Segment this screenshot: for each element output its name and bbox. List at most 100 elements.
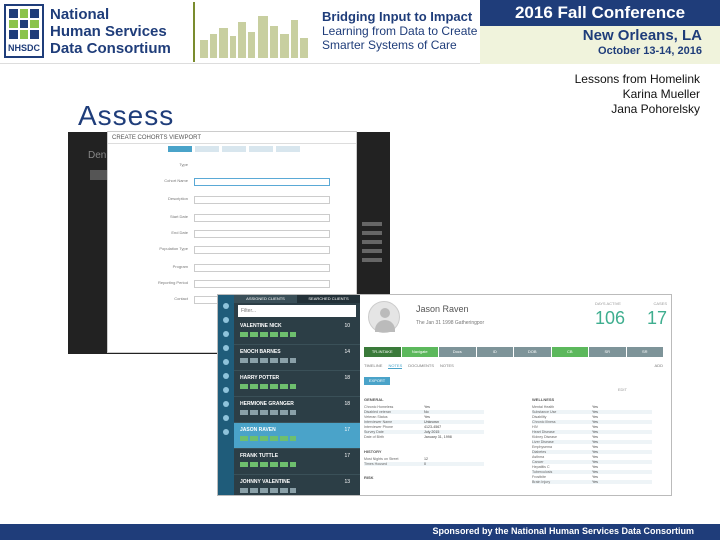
population-type-field[interactable] bbox=[194, 246, 330, 254]
client-list-item[interactable]: HARRY POTTER 18 bbox=[234, 371, 360, 397]
profile-field: Interviewer Phone 4123-4567 bbox=[364, 425, 442, 429]
risk-heading: RISK bbox=[364, 475, 374, 480]
client-filter-input[interactable]: Filter... bbox=[238, 305, 356, 317]
general-heading: GENERAL bbox=[364, 397, 384, 402]
reporting-period-field[interactable] bbox=[194, 280, 330, 288]
conference-location: New Orleans, LA bbox=[582, 27, 702, 44]
client-stats: DAYS ACTIVE CASES 106 17 bbox=[595, 301, 667, 329]
nav-icon[interactable] bbox=[223, 345, 229, 351]
tab-documents[interactable]: DOCUMENTS bbox=[408, 363, 434, 369]
profile-field: Heart Disease Yes bbox=[532, 430, 652, 434]
path-step[interactable]: Navigate bbox=[401, 347, 438, 357]
footer-bar: Sponsored by the National Human Services… bbox=[0, 524, 720, 540]
tab-assigned-clients[interactable]: ASSIGNED CLIENTS bbox=[234, 295, 297, 303]
tab-searched-clients[interactable]: SEARCHED CLIENTS bbox=[297, 295, 360, 303]
profile-field: Chronic Homeless Yes bbox=[364, 405, 430, 409]
wellness-heading: WELLNESS bbox=[532, 397, 555, 402]
stat-label: DAYS ACTIVE bbox=[595, 301, 621, 306]
conference-banner: NHSDC National Human Services Data Conso… bbox=[0, 0, 720, 64]
client-list-item[interactable]: VALENTINE NICK 10 bbox=[234, 319, 360, 345]
profile-field: Chronic Illness Yes bbox=[532, 420, 652, 424]
avatar bbox=[368, 301, 400, 333]
nav-icon[interactable] bbox=[223, 373, 229, 379]
nav-icon[interactable] bbox=[223, 303, 229, 309]
path-step[interactable]: ID bbox=[476, 347, 513, 357]
path-step[interactable]: SR bbox=[589, 347, 626, 357]
client-list-item[interactable]: JOHNNY VALENTINE 13 bbox=[234, 475, 360, 495]
export-button[interactable]: EXPORT bbox=[364, 377, 390, 385]
profile-field: Liver Disease Yes bbox=[532, 440, 652, 444]
tab-profile[interactable]: NOTES bbox=[388, 363, 403, 369]
path-step[interactable]: SR bbox=[626, 347, 663, 357]
form-tab[interactable] bbox=[249, 146, 273, 152]
profile-field: Interviewer Name Unknown bbox=[364, 420, 484, 424]
description-field[interactable] bbox=[194, 196, 330, 204]
profile-tabs: TIMELINE NOTES DOCUMENTS NOTES bbox=[364, 363, 454, 369]
logo-abbreviation: NHSDC bbox=[8, 43, 41, 53]
profile-field: Disabled veteran No bbox=[364, 410, 484, 414]
stat-value: 17 bbox=[646, 308, 667, 328]
profile-field: Diabetes Yes bbox=[532, 450, 652, 454]
edit-link[interactable]: EDIT bbox=[618, 387, 627, 392]
end-date-field[interactable] bbox=[194, 230, 330, 238]
stat-label: CASES bbox=[653, 301, 667, 306]
client-list-item[interactable]: FRANK TUTTLE 17 bbox=[234, 449, 360, 475]
author-name: Jana Pohorelsky bbox=[611, 102, 700, 116]
path-step[interactable]: CB bbox=[551, 347, 588, 357]
client-list-item-selected[interactable]: JASON RAVEN 17 bbox=[234, 423, 360, 449]
start-date-field[interactable] bbox=[194, 214, 330, 222]
banner-divider bbox=[193, 2, 195, 62]
nhsdc-logo: NHSDC bbox=[4, 4, 44, 58]
tab-notes[interactable]: NOTES bbox=[440, 363, 454, 369]
profile-field: Most Nights on Street 12 bbox=[364, 457, 428, 461]
profile-field: Veteran Status Yes bbox=[364, 415, 430, 419]
client-list-tabs: ASSIGNED CLIENTS SEARCHED CLIENTS bbox=[234, 295, 360, 303]
profile-field: Substance Use Yes bbox=[532, 410, 652, 414]
tab-timeline[interactable]: TIMELINE bbox=[364, 363, 382, 369]
path-step[interactable]: TR-INTAKE bbox=[364, 347, 401, 357]
form-tabs bbox=[168, 146, 300, 152]
form-tab[interactable] bbox=[195, 146, 219, 152]
cohort-name-field[interactable] bbox=[194, 178, 330, 186]
history-heading: HISTORY bbox=[364, 449, 382, 454]
client-name: Jason Raven bbox=[416, 304, 469, 314]
add-dropdown[interactable]: ADD bbox=[655, 363, 663, 368]
nav-icon[interactable] bbox=[223, 317, 229, 323]
nav-icon[interactable] bbox=[223, 415, 229, 421]
form-tab[interactable] bbox=[276, 146, 300, 152]
path-step[interactable]: Docs bbox=[439, 347, 476, 357]
form-tab[interactable] bbox=[222, 146, 246, 152]
org-name: National Human Services Data Consortium bbox=[50, 6, 171, 57]
client-list-item[interactable]: HERMIONE GRANGER 18 bbox=[234, 397, 360, 423]
form-row: End Date bbox=[118, 230, 348, 239]
stat-value: 106 bbox=[595, 308, 626, 328]
form-row: Program bbox=[118, 264, 348, 273]
form-tab[interactable] bbox=[168, 146, 192, 152]
form-row: Reporting Period bbox=[118, 280, 348, 289]
profile-field: Tuberculosis Yes bbox=[532, 470, 652, 474]
form-row: Cohort Name bbox=[118, 178, 348, 187]
profile-field: Emphysema Yes bbox=[532, 445, 598, 449]
presentation-credits: Lessons from Homelink Karina Mueller Jan… bbox=[575, 72, 700, 117]
client-list: ASSIGNED CLIENTS SEARCHED CLIENTS Filter… bbox=[234, 295, 360, 495]
background-heading: Den bbox=[88, 150, 107, 161]
client-profile-screenshot: ASSIGNED CLIENTS SEARCHED CLIENTS Filter… bbox=[217, 294, 672, 496]
nav-icon[interactable] bbox=[223, 331, 229, 337]
conference-theme: Bridging Input to Impact Learning from D… bbox=[322, 9, 478, 53]
footer-sponsor: Sponsored by the National Human Services… bbox=[432, 526, 694, 536]
profile-field: Asthma Yes bbox=[532, 455, 598, 459]
profile-field: Survey Date July 2015 bbox=[364, 430, 484, 434]
path-step[interactable]: DOB bbox=[514, 347, 551, 357]
nav-icon[interactable] bbox=[223, 401, 229, 407]
nav-icon[interactable] bbox=[223, 387, 229, 393]
client-list-item[interactable]: ENOCH BARNES 14 bbox=[234, 345, 360, 371]
program-field[interactable] bbox=[194, 264, 330, 272]
nav-icon[interactable] bbox=[223, 359, 229, 365]
app-nav-bar bbox=[218, 295, 234, 495]
nav-icon[interactable] bbox=[223, 429, 229, 435]
slide-title: Assess bbox=[78, 100, 175, 131]
slide: NHSDC National Human Services Data Conso… bbox=[0, 0, 720, 540]
form-row: Description bbox=[118, 196, 348, 205]
client-meta: The Jan 31 1998 Gatheringpor bbox=[416, 320, 485, 326]
profile-field: HIV Yes bbox=[532, 425, 598, 429]
